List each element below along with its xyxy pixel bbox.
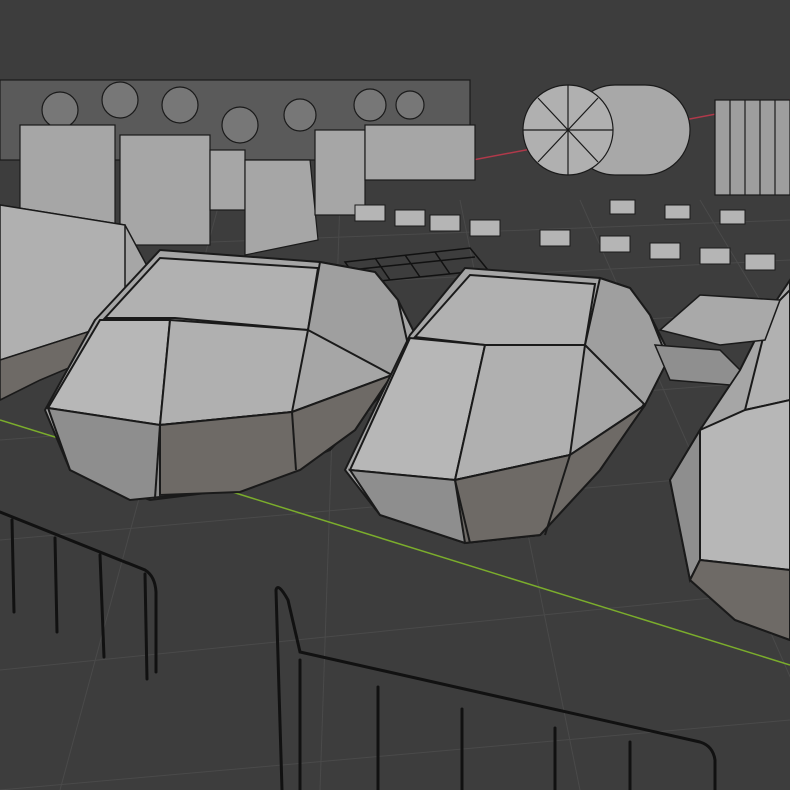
viewport-scene[interactable] bbox=[0, 0, 790, 790]
3d-viewport[interactable] bbox=[0, 0, 790, 790]
cylinder-tank[interactable] bbox=[522, 84, 691, 176]
cage-container[interactable] bbox=[714, 99, 790, 196]
